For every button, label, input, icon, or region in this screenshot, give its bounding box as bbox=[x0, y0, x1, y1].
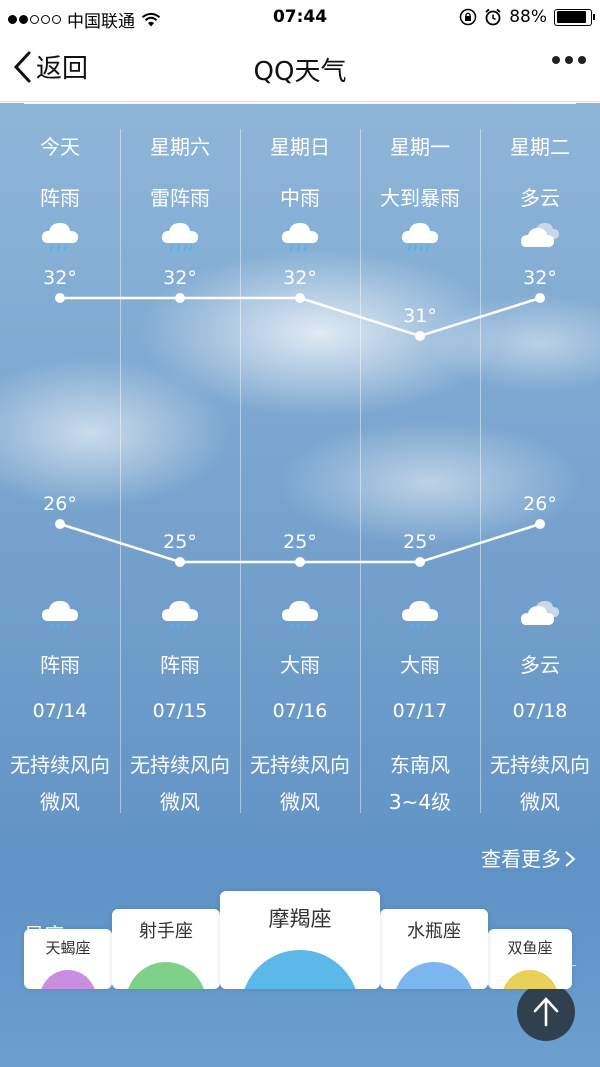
forecast-column: 星期一大到暴雨大雨 07/17 东南风 3~4级 bbox=[360, 103, 480, 814]
forecast-date: 07/14 bbox=[32, 700, 88, 722]
heavy-rain-icon bbox=[402, 223, 438, 251]
more-dot-icon bbox=[578, 56, 586, 64]
more-dot-icon bbox=[552, 56, 560, 64]
forecast-day: 星期二 bbox=[510, 135, 570, 159]
shower-rain-icon bbox=[162, 601, 198, 629]
view-more-link[interactable]: 查看更多 bbox=[481, 843, 576, 872]
arrow-up-icon bbox=[533, 997, 559, 1027]
zodiac-sign-icon bbox=[502, 970, 558, 989]
shower-rain-icon bbox=[402, 601, 438, 629]
more-options-button[interactable] bbox=[552, 56, 586, 64]
zodiac-sign-icon bbox=[241, 949, 359, 989]
forecast-column: 今天 阵雨 阵雨 07/14 无持续风向 微风 bbox=[0, 103, 120, 814]
forecast-column: 星期日中雨大雨 07/16 无持续风向微风 bbox=[240, 103, 360, 814]
forecast-weather-day: 阵雨 bbox=[40, 186, 80, 210]
zodiac-card-1[interactable]: 天蝎座 bbox=[24, 929, 112, 989]
forecast-wind-direction: 无持续风向 bbox=[250, 753, 350, 777]
status-bar: 中国联通 07:44 88% bbox=[0, 0, 600, 36]
forecast-weather-night: 多云 bbox=[520, 653, 560, 677]
navigation-bar: 返回 QQ天气 bbox=[0, 36, 600, 102]
chevron-right-icon bbox=[565, 851, 576, 867]
shower-rain-icon bbox=[42, 601, 78, 629]
forecast-weather-night: 阵雨 bbox=[160, 653, 200, 677]
shower-rain-icon bbox=[42, 223, 78, 251]
forecast-wind-direction: 东南风 bbox=[390, 753, 450, 777]
alarm-icon bbox=[485, 8, 501, 26]
forecast-date: 07/18 bbox=[512, 700, 568, 722]
forecast-date: 07/17 bbox=[392, 700, 448, 722]
zodiac-name: 水瓶座 bbox=[407, 921, 461, 942]
zodiac-name: 射手座 bbox=[139, 921, 193, 942]
more-dot-icon bbox=[565, 56, 573, 64]
zodiac-sign-icon bbox=[394, 962, 474, 989]
forecast-wind-level: 微风 bbox=[40, 790, 80, 814]
battery-icon bbox=[554, 8, 595, 26]
forecast-wind-level: 微风 bbox=[160, 790, 200, 814]
zodiac-card-4[interactable]: 水瓶座 bbox=[380, 909, 488, 989]
forecast-wind-direction: 无持续风向 bbox=[490, 753, 590, 777]
zodiac-card-5[interactable]: 双鱼座 bbox=[488, 929, 572, 989]
status-bar-right: 88% bbox=[459, 7, 595, 27]
cloudy-icon bbox=[521, 223, 559, 247]
forecast-day: 今天 bbox=[40, 135, 80, 159]
forecast-wind-direction: 无持续风向 bbox=[10, 753, 110, 777]
forecast-day: 星期一 bbox=[390, 135, 450, 159]
moderate-rain-icon bbox=[282, 223, 318, 251]
forecast-wind-direction: 无持续风向 bbox=[130, 753, 230, 777]
zodiac-card-3[interactable]: 摩羯座 bbox=[220, 891, 380, 989]
zodiac-name: 天蝎座 bbox=[45, 939, 91, 957]
view-more-label: 查看更多 bbox=[481, 847, 561, 871]
forecast-wind-level: 微风 bbox=[280, 790, 320, 814]
forecast-weather-night: 阵雨 bbox=[40, 653, 80, 677]
forecast-day: 星期六 bbox=[150, 135, 210, 159]
forecast-date: 07/15 bbox=[152, 700, 208, 722]
battery-percent: 88% bbox=[509, 7, 547, 27]
forecast-wind-level: 微风 bbox=[520, 790, 560, 814]
thunder-shower-icon bbox=[162, 223, 198, 251]
forecast-column: 星期二 多云 多云 07/18 无持续风向 微风 bbox=[480, 103, 600, 814]
zodiac-sign-icon bbox=[126, 962, 206, 989]
zodiac-name: 双鱼座 bbox=[507, 939, 553, 957]
forecast-weather-day: 中雨 bbox=[280, 186, 320, 210]
zodiac-sign-icon bbox=[40, 970, 96, 989]
rotation-lock-icon bbox=[459, 8, 477, 26]
shower-rain-icon bbox=[282, 601, 318, 629]
forecast-wind-level: 3~4级 bbox=[388, 790, 452, 814]
zodiac-card-2[interactable]: 射手座 bbox=[112, 909, 220, 989]
forecast-weather-night: 大雨 bbox=[400, 653, 440, 677]
scroll-to-top-button[interactable] bbox=[517, 983, 575, 1041]
forecast-day: 星期日 bbox=[270, 135, 330, 159]
forecast-weather-day: 大到暴雨 bbox=[380, 186, 460, 210]
cloudy-icon bbox=[521, 601, 559, 625]
forecast-date: 07/16 bbox=[272, 700, 328, 722]
forecast-column: 星期六雷阵雨阵雨 07/15 无持续风向微风 bbox=[120, 103, 240, 814]
weather-content: 今天 阵雨 阵雨 07/14 无持续风向 微风 星期六 雷阵雨 阵雨 07/15 无持续风向 微风 星期… bbox=[0, 103, 600, 1067]
forecast-weather-night: 大雨 bbox=[280, 653, 320, 677]
forecast-weather-day: 多云 bbox=[520, 186, 560, 210]
forecast-weather-day: 雷阵雨 bbox=[150, 186, 210, 210]
zodiac-name: 摩羯座 bbox=[268, 907, 332, 931]
page-title: QQ天气 bbox=[253, 57, 347, 87]
